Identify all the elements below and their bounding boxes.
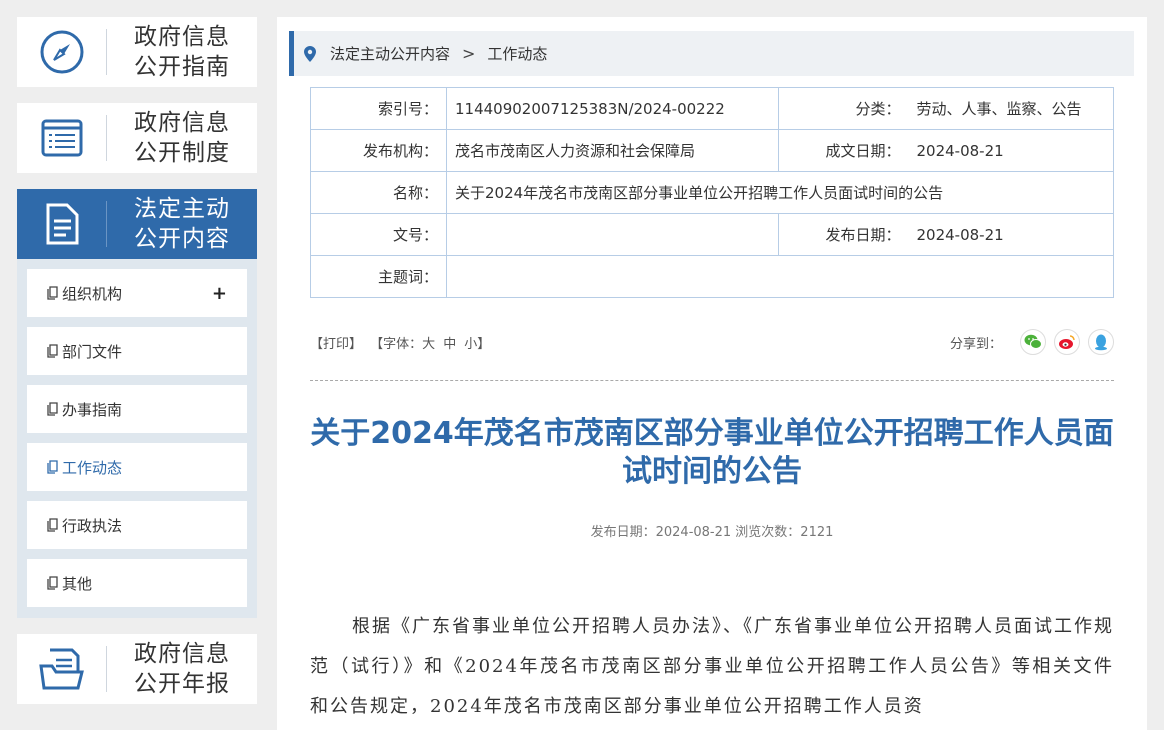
font-small-button[interactable]: 小 bbox=[464, 337, 477, 352]
table-row: 主题词： bbox=[310, 255, 1114, 298]
sidebar-item-law-enforcement[interactable]: 行政执法 bbox=[27, 501, 247, 549]
breadcrumb-separator: > bbox=[462, 44, 476, 63]
sidebar-card-label: 政府信息 公开制度 bbox=[134, 110, 230, 166]
sidebar-item-label: 行政执法 bbox=[62, 516, 123, 535]
wechat-icon bbox=[1024, 334, 1042, 349]
file-icon bbox=[47, 518, 58, 532]
sidebar-item-label: 工作动态 bbox=[62, 458, 123, 477]
file-icon bbox=[47, 344, 58, 358]
weibo-icon bbox=[1059, 335, 1075, 349]
sidebar-item-label: 组织机构 bbox=[62, 284, 123, 303]
index-value: 11440902007125383N/2024-00222 bbox=[446, 87, 779, 130]
index-label: 索引号： bbox=[310, 87, 447, 130]
page: 政府信息 公开指南 政府信息 公开制度 法定主动 公开内容 组织机构 + 部门文… bbox=[0, 0, 1164, 730]
expand-icon[interactable]: + bbox=[212, 283, 227, 304]
file-icon bbox=[47, 460, 58, 474]
article-title: 关于2024年茂名市茂南区部分事业单位公开招聘工作人员面试时间的公告 bbox=[310, 416, 1114, 489]
font-size-suffix: 】 bbox=[477, 336, 491, 352]
sidebar-card-label: 法定主动 公开内容 bbox=[134, 196, 230, 252]
publish-date-label: 发布日期： bbox=[778, 213, 909, 256]
table-row: 索引号： 11440902007125383N/2024-00222 分类： 劳… bbox=[310, 87, 1114, 130]
qq-share-button[interactable] bbox=[1088, 329, 1114, 355]
name-value: 关于2024年茂名市茂南区部分事业单位公开招聘工作人员面试时间的公告 bbox=[446, 171, 1114, 214]
breadcrumb-link-work-news[interactable]: 工作动态 bbox=[487, 43, 547, 64]
created-date-value: 2024-08-21 bbox=[908, 129, 1114, 172]
article-publish-info: 发布日期：2024-08-21 浏览次数：2121 bbox=[590, 525, 834, 540]
keywords-value bbox=[446, 255, 1114, 298]
table-row: 文号： 发布日期： 2024-08-21 bbox=[310, 213, 1114, 256]
created-date-label: 成文日期： bbox=[778, 129, 909, 172]
category-value: 劳动、人事、监察、公告 bbox=[908, 87, 1114, 130]
article-toolbar: 【打印】 【字体：大中小】 分享到： bbox=[310, 327, 1114, 357]
document-number-label: 文号： bbox=[310, 213, 447, 256]
sidebar-item-label: 办事指南 bbox=[62, 400, 123, 419]
category-label: 分类： bbox=[778, 87, 909, 130]
wechat-share-button[interactable] bbox=[1020, 329, 1046, 355]
toolbar-left: 【打印】 【字体：大中小】 bbox=[310, 333, 950, 352]
list-icon bbox=[17, 103, 107, 173]
metadata-table: 索引号： 11440902007125383N/2024-00222 分类： 劳… bbox=[310, 87, 1114, 298]
file-icon bbox=[47, 402, 58, 416]
share-label: 分享到： bbox=[949, 336, 1002, 352]
document-number-value bbox=[446, 213, 779, 256]
sidebar-card-annual-report[interactable]: 政府信息 公开年报 bbox=[17, 634, 257, 704]
folder-icon bbox=[17, 634, 107, 704]
table-row: 发布机构： 茂名市茂南区人力资源和社会保障局 成文日期： 2024-08-21 bbox=[310, 129, 1114, 172]
sidebar-item-organization[interactable]: 组织机构 + bbox=[27, 269, 247, 317]
breadcrumb-link-statutory[interactable]: 法定主动公开内容 bbox=[330, 43, 450, 64]
sidebar-card-info-guide[interactable]: 政府信息 公开指南 bbox=[17, 17, 257, 87]
name-label: 名称： bbox=[310, 171, 447, 214]
sidebar-item-service-guide[interactable]: 办事指南 bbox=[27, 385, 247, 433]
sidebar-card-statutory-content[interactable]: 法定主动 公开内容 bbox=[17, 189, 257, 259]
sidebar-item-other[interactable]: 其他 bbox=[27, 559, 247, 607]
sidebar-item-work-news[interactable]: 工作动态 bbox=[27, 443, 247, 491]
compass-icon bbox=[17, 17, 107, 87]
sidebar-card-label: 政府信息 公开年报 bbox=[134, 641, 230, 697]
article-body: 根据《广东省事业单位公开招聘人员办法》、《广东省事业单位公开招聘人员面试工作规范… bbox=[310, 616, 1114, 717]
sidebar-card-label: 政府信息 公开指南 bbox=[134, 24, 230, 80]
font-size-prefix: 【字体： bbox=[370, 336, 423, 352]
sidebar-submenu: 组织机构 + 部门文件 办事指南 工作动态 行政执法 其他 bbox=[17, 259, 257, 618]
breadcrumb: 法定主动公开内容 > 工作动态 bbox=[289, 31, 1134, 76]
sidebar-item-label: 部门文件 bbox=[62, 342, 123, 361]
publisher-value: 茂名市茂南区人力资源和社会保障局 bbox=[446, 129, 779, 172]
font-large-button[interactable]: 大 bbox=[422, 337, 435, 352]
main-content: 法定主动公开内容 > 工作动态 索引号： 11440902007125383N/… bbox=[277, 17, 1147, 730]
file-icon bbox=[47, 576, 58, 590]
sidebar: 政府信息 公开指南 政府信息 公开制度 法定主动 公开内容 组织机构 + 部门文… bbox=[17, 17, 257, 704]
document-icon bbox=[17, 189, 107, 259]
table-row: 名称： 关于2024年茂名市茂南区部分事业单位公开招聘工作人员面试时间的公告 bbox=[310, 171, 1114, 214]
print-button[interactable]: 【打印】 bbox=[310, 337, 362, 352]
qq-icon bbox=[1095, 334, 1107, 351]
keywords-label: 主题词： bbox=[310, 255, 447, 298]
font-medium-button[interactable]: 中 bbox=[443, 337, 456, 352]
sidebar-item-label: 其他 bbox=[62, 574, 93, 593]
location-pin-icon bbox=[304, 45, 316, 62]
publisher-label: 发布机构： bbox=[310, 129, 447, 172]
file-icon bbox=[47, 286, 58, 300]
weibo-share-button[interactable] bbox=[1054, 329, 1080, 355]
publish-date-value: 2024-08-21 bbox=[908, 213, 1114, 256]
sidebar-card-info-system[interactable]: 政府信息 公开制度 bbox=[17, 103, 257, 173]
divider bbox=[310, 380, 1114, 381]
sidebar-item-department-files[interactable]: 部门文件 bbox=[27, 327, 247, 375]
